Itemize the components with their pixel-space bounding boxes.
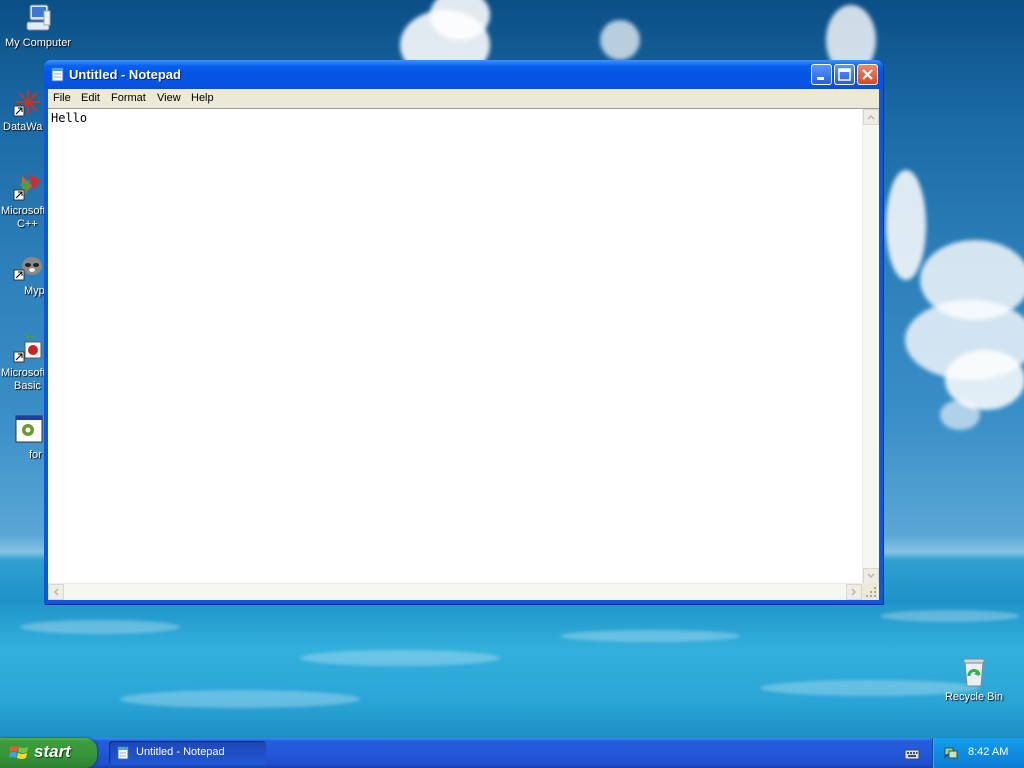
- scroll-left-button[interactable]: [48, 584, 64, 600]
- editor-content: Hello: [51, 111, 88, 125]
- clock[interactable]: 8:42 AM: [968, 746, 1008, 758]
- close-button[interactable]: [857, 64, 878, 85]
- vertical-scrollbar[interactable]: [862, 109, 879, 584]
- text-editor[interactable]: Hello: [48, 108, 879, 600]
- start-label: start: [34, 742, 71, 761]
- raccoon-shortcut-icon: [12, 250, 44, 282]
- menu-view[interactable]: View: [157, 92, 181, 104]
- form-app-icon: [12, 414, 44, 446]
- window-title: Untitled - Notepad: [69, 67, 181, 82]
- windows-logo-icon: [9, 746, 28, 759]
- taskbar-item-label: Untitled - Notepad: [136, 746, 225, 758]
- notepad-icon: [51, 67, 64, 82]
- keyboard-icon[interactable]: [904, 746, 920, 760]
- visual-cpp-icon: [12, 170, 44, 202]
- menu-bar: File Edit Format View Help: [48, 89, 879, 108]
- desktop-icon-label: My Computer: [4, 37, 72, 49]
- scroll-down-icon: [867, 573, 875, 579]
- menu-file[interactable]: File: [53, 92, 71, 104]
- menu-format[interactable]: Format: [111, 92, 146, 104]
- taskbar-item-notepad[interactable]: Untitled - Notepad: [109, 741, 266, 765]
- visual-basic-icon: [12, 332, 44, 364]
- recycle-bin-icon: [958, 656, 990, 688]
- scroll-left-icon: [53, 588, 59, 596]
- resize-grip-icon: [866, 587, 876, 597]
- title-bar[interactable]: Untitled - Notepad: [44, 60, 883, 89]
- desktop-icon-my-computer[interactable]: My Computer: [0, 2, 76, 50]
- maximize-icon: [838, 68, 851, 81]
- resize-grip[interactable]: [862, 583, 879, 600]
- scroll-up-icon: [867, 114, 875, 120]
- my-computer-icon: [22, 2, 54, 34]
- minimize-button[interactable]: [811, 64, 832, 85]
- notepad-window[interactable]: Untitled - Notepad File Edit Format View…: [44, 60, 883, 604]
- scroll-up-button[interactable]: [863, 109, 879, 125]
- menu-help[interactable]: Help: [191, 92, 214, 104]
- system-tray: 8:42 AM: [932, 738, 1024, 768]
- horizontal-scrollbar[interactable]: [48, 583, 862, 600]
- menu-edit[interactable]: Edit: [81, 92, 100, 104]
- scroll-right-button[interactable]: [846, 584, 862, 600]
- desktop-icon-recycle-bin[interactable]: Recycle Bin: [936, 656, 1012, 704]
- taskbar: start Untitled - Notepad 8:42 AM: [0, 738, 1024, 768]
- scroll-right-icon: [851, 588, 857, 596]
- notepad-icon: [117, 746, 129, 760]
- maximize-button[interactable]: [834, 64, 855, 85]
- datawarehouse-icon: [12, 86, 44, 118]
- scroll-down-button[interactable]: [863, 568, 879, 584]
- desktop-icon-label: Recycle Bin: [944, 691, 1004, 703]
- close-icon: [862, 69, 873, 80]
- start-button[interactable]: start: [0, 738, 97, 768]
- minimize-icon: [817, 77, 824, 80]
- network-icon[interactable]: [943, 746, 958, 760]
